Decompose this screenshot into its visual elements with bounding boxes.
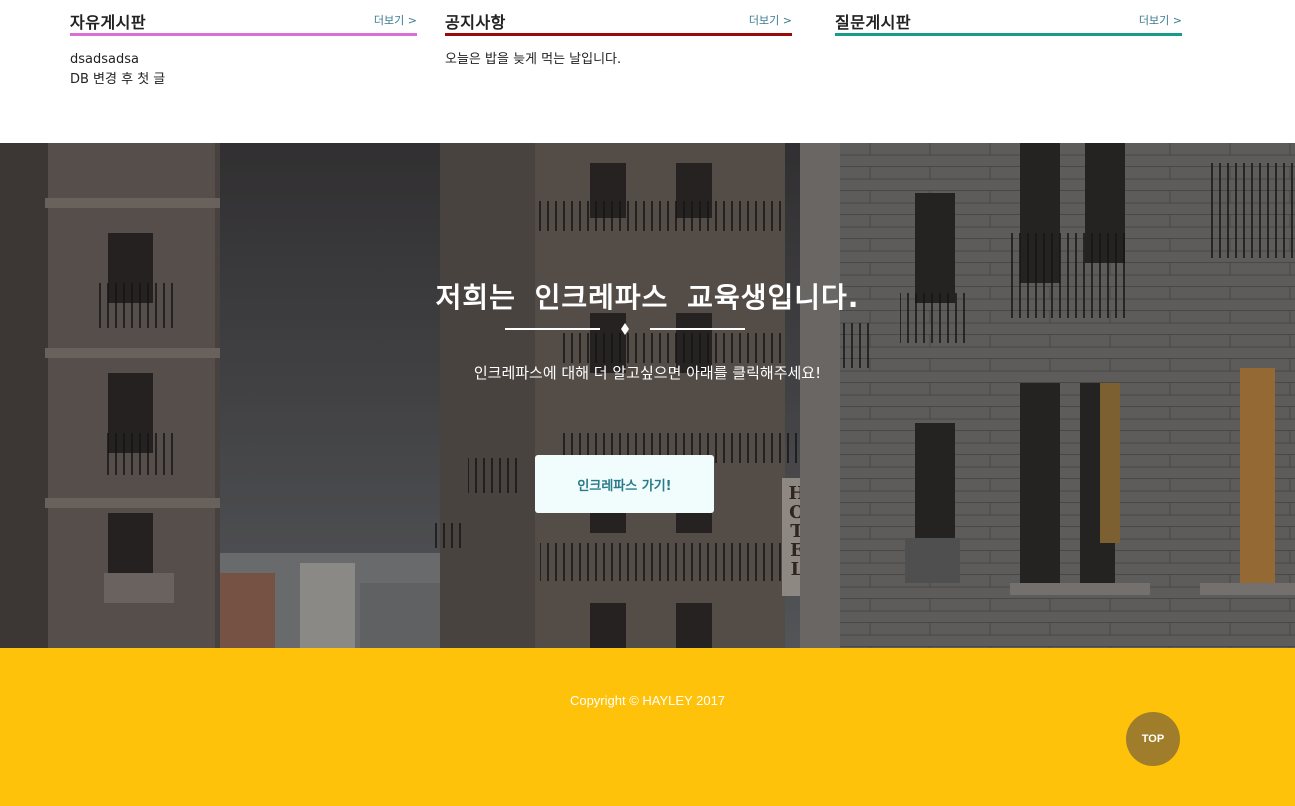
scroll-top-button[interactable]: TOP	[1126, 712, 1180, 766]
board-notice: 공지사항 더보기 > 오늘은 밥을 늦게 먹는 날입니다.	[445, 0, 792, 143]
more-link[interactable]: 더보기 >	[749, 12, 792, 28]
board-title: 자유게시판	[70, 13, 147, 32]
post-list: dsadsadsa DB 변경 후 첫 글	[70, 50, 417, 90]
go-increpas-button[interactable]: 인크레파스 가기!	[535, 455, 714, 513]
board-free: 자유게시판 더보기 > dsadsadsa DB 변경 후 첫 글	[70, 0, 417, 143]
board-header: 자유게시판 더보기 >	[70, 0, 417, 36]
hero-title: 저희는 인크레파스 교육생입니다.	[435, 281, 860, 314]
divider-ornament	[505, 323, 745, 335]
post-item[interactable]: dsadsadsa	[70, 50, 417, 70]
hero-section: HOTEL 저희는 인크레파스 교육생입니다. 인크레파스에 대해 더 알고싶으…	[0, 143, 1295, 648]
post-item[interactable]: DB 변경 후 첫 글	[70, 70, 417, 90]
board-title: 질문게시판	[835, 13, 912, 32]
board-title: 공지사항	[445, 13, 506, 32]
post-list: 오늘은 밥을 늦게 먹는 날입니다.	[445, 50, 792, 70]
board-question: 질문게시판 더보기 >	[835, 0, 1182, 143]
footer: Copyright © HAYLEY 2017 TOP	[0, 648, 1295, 806]
more-link[interactable]: 더보기 >	[374, 12, 417, 28]
board-header: 질문게시판 더보기 >	[835, 0, 1182, 36]
more-link[interactable]: 더보기 >	[1139, 12, 1182, 28]
hero-overlay	[0, 143, 1295, 648]
board-section: 자유게시판 더보기 > dsadsadsa DB 변경 후 첫 글 공지사항 더…	[0, 0, 1295, 143]
board-header: 공지사항 더보기 >	[445, 0, 792, 36]
hero-subtitle: 인크레파스에 대해 더 알고싶으면 아래를 클릭해주세요!	[473, 364, 822, 382]
post-item[interactable]: 오늘은 밥을 늦게 먹는 날입니다.	[445, 50, 792, 70]
copyright-text: Copyright © HAYLEY 2017	[569, 693, 726, 708]
